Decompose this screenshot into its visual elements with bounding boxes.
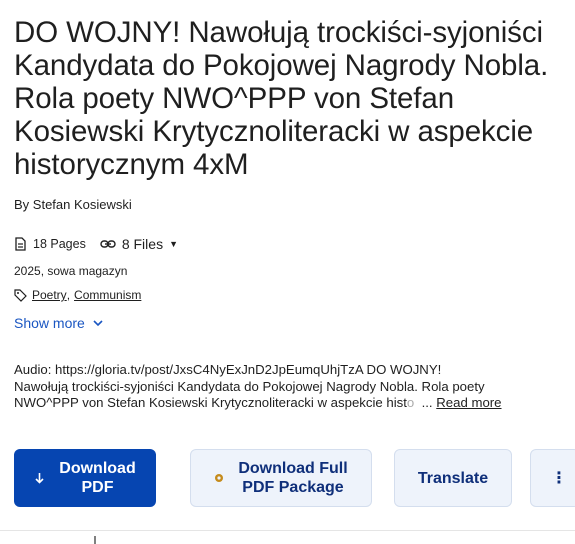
show-more-toggle[interactable]: Show more xyxy=(14,315,103,331)
files-dropdown[interactable]: 8 Files ▼ xyxy=(100,236,178,252)
download-label-line2: PDF xyxy=(81,479,114,496)
year-publisher: 2025, sowa magazyn xyxy=(14,264,128,278)
translate-label: Translate xyxy=(417,469,489,487)
more-options-button[interactable]: ⋮ xyxy=(530,449,575,507)
ellipsis: ... xyxy=(421,395,433,410)
tag-link-poetry[interactable]: Poetry xyxy=(32,288,67,302)
title-line: DO WOJNY! Nawołują trockiści-syjoniści xyxy=(14,16,543,49)
file-count: 8 Files xyxy=(121,236,164,252)
translate-button[interactable]: Translate xyxy=(394,449,512,507)
document-icon xyxy=(14,237,27,251)
download-full-label: Download Full PDF Package xyxy=(238,459,347,497)
abstract-line-text: NWO^PPP von Stefan Kosiewski Krytycznoli… xyxy=(14,395,407,410)
divider xyxy=(0,530,575,531)
caret-down-icon: ▼ xyxy=(169,239,178,249)
chevron-down-icon xyxy=(93,319,103,327)
download-pdf-button[interactable]: Download PDF xyxy=(14,449,156,507)
page-count: 18 Pages xyxy=(33,237,86,251)
full-label-line2: PDF Package xyxy=(242,479,344,496)
author-byline[interactable]: By Stefan Kosiewski xyxy=(14,197,132,212)
package-icon xyxy=(214,473,224,483)
abstract-line: NWO^PPP von Stefan Kosiewski Krytycznoli… xyxy=(14,395,575,412)
download-label-line1: Download xyxy=(59,460,136,477)
show-more-label: Show more xyxy=(14,315,85,331)
title-line: Kosiewski Krytycznoliteracki w aspekcie xyxy=(14,115,534,148)
abstract-faded-text: o xyxy=(406,395,415,410)
abstract-line: Audio: https://gloria.tv/post/JxsC4NyExJ… xyxy=(14,362,442,377)
abstract-line: Nawołują trockiści-syjoniści Kandydata d… xyxy=(14,378,485,394)
tag-icon xyxy=(14,288,27,302)
title-line: historycznym 4xM xyxy=(14,148,249,181)
download-full-package-button[interactable]: Download Full PDF Package xyxy=(190,449,372,507)
download-arrow-icon xyxy=(34,472,45,484)
abstract-text: Audio: https://gloria.tv/post/JxsC4NyExJ… xyxy=(14,362,575,412)
more-vertical-icon: ⋮ xyxy=(551,469,567,487)
tag-link-communism[interactable]: Communism xyxy=(74,288,141,302)
paper-title: DO WOJNY! Nawołują trockiści-syjoniści K… xyxy=(14,16,570,181)
link-icon xyxy=(100,239,116,249)
cut-off-icon xyxy=(92,536,98,544)
full-label-line1: Download Full xyxy=(238,460,348,477)
tag-list: Poetry , Communism xyxy=(14,288,141,302)
title-line: Rola poety NWO^PPP von Stefan xyxy=(14,82,455,115)
paper-page: DO WOJNY! Nawołują trockiści-syjoniści K… xyxy=(0,0,575,544)
title-line: Kandydata do Pokojowej Nagrody Nobla. xyxy=(14,49,549,82)
read-more-link[interactable]: Read more xyxy=(436,395,501,410)
download-pdf-label: Download PDF xyxy=(59,459,135,497)
tag-separator: , xyxy=(66,288,71,302)
meta-row: 18 Pages 8 Files ▼ xyxy=(14,236,178,252)
